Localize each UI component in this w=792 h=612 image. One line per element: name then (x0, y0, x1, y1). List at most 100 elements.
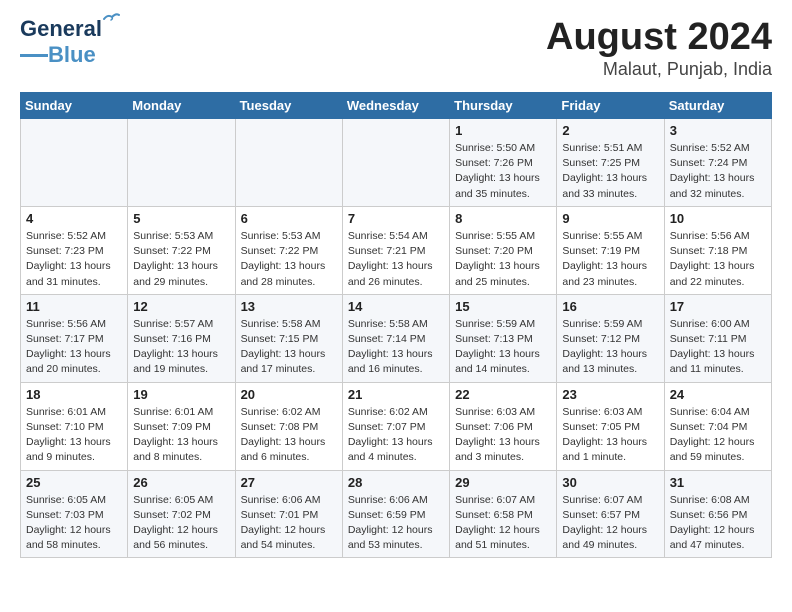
day-info: Sunrise: 6:05 AM Sunset: 7:02 PM Dayligh… (133, 493, 229, 554)
day-info: Sunrise: 6:06 AM Sunset: 7:01 PM Dayligh… (241, 493, 337, 554)
day-info: Sunrise: 5:53 AM Sunset: 7:22 PM Dayligh… (133, 229, 229, 290)
day-info: Sunrise: 6:05 AM Sunset: 7:03 PM Dayligh… (26, 493, 122, 554)
day-number: 2 (562, 123, 658, 138)
day-cell: 21Sunrise: 6:02 AM Sunset: 7:07 PM Dayli… (342, 382, 449, 470)
day-number: 3 (670, 123, 766, 138)
day-cell: 23Sunrise: 6:03 AM Sunset: 7:05 PM Dayli… (557, 382, 664, 470)
day-info: Sunrise: 5:56 AM Sunset: 7:17 PM Dayligh… (26, 317, 122, 378)
day-info: Sunrise: 5:57 AM Sunset: 7:16 PM Dayligh… (133, 317, 229, 378)
week-row-1: 1 Sunrise: 5:50 AM Sunset: 7:26 PM Daylig… (21, 119, 772, 207)
day-number: 9 (562, 211, 658, 226)
day-info: Sunrise: 6:06 AM Sunset: 6:59 PM Dayligh… (348, 493, 444, 554)
day-cell (342, 119, 449, 207)
day-number: 4 (26, 211, 122, 226)
day-cell: 10 Sunrise: 5:56 AM Sunset: 7:18 PM Dayli… (664, 206, 771, 294)
logo-bird-icon (102, 10, 120, 28)
day-info: Sunrise: 6:01 AM Sunset: 7:09 PM Dayligh… (133, 405, 229, 466)
day-number: 5 (133, 211, 229, 226)
day-cell: 12 Sunrise: 5:57 AM Sunset: 7:16 PM Dayli… (128, 294, 235, 382)
day-number: 27 (241, 475, 337, 490)
day-number: 25 (26, 475, 122, 490)
day-info: Sunrise: 6:04 AM Sunset: 7:04 PM Dayligh… (670, 405, 766, 466)
day-number: 6 (241, 211, 337, 226)
day-info: Sunrise: 5:51 AM Sunset: 7:25 PM Dayligh… (562, 141, 658, 202)
day-info: Sunrise: 5:59 AM Sunset: 7:12 PM Dayligh… (562, 317, 658, 378)
calendar-table: SundayMondayTuesdayWednesdayThursdayFrid… (20, 92, 772, 558)
day-info: Sunrise: 6:03 AM Sunset: 7:05 PM Dayligh… (562, 405, 658, 466)
calendar-body: 1 Sunrise: 5:50 AM Sunset: 7:26 PM Daylig… (21, 119, 772, 558)
day-cell (128, 119, 235, 207)
day-cell: 27 Sunrise: 6:06 AM Sunset: 7:01 PM Dayli… (235, 470, 342, 558)
day-cell: 8 Sunrise: 5:55 AM Sunset: 7:20 PM Daylig… (450, 206, 557, 294)
day-number: 29 (455, 475, 551, 490)
header-cell-saturday: Saturday (664, 93, 771, 119)
day-number: 11 (26, 299, 122, 314)
day-cell: 3 Sunrise: 5:52 AM Sunset: 7:24 PM Daylig… (664, 119, 771, 207)
day-number: 10 (670, 211, 766, 226)
day-number: 1 (455, 123, 551, 138)
header-cell-thursday: Thursday (450, 93, 557, 119)
day-cell: 20Sunrise: 6:02 AM Sunset: 7:08 PM Dayli… (235, 382, 342, 470)
day-number: 21 (348, 387, 444, 402)
day-number: 30 (562, 475, 658, 490)
day-number: 13 (241, 299, 337, 314)
day-info: Sunrise: 6:02 AM Sunset: 7:08 PM Dayligh… (241, 405, 337, 466)
day-info: Sunrise: 5:58 AM Sunset: 7:15 PM Dayligh… (241, 317, 337, 378)
day-number: 18 (26, 387, 122, 402)
day-number: 19 (133, 387, 229, 402)
title-block: August 2024 Malaut, Punjab, India (546, 16, 772, 80)
day-info: Sunrise: 6:08 AM Sunset: 6:56 PM Dayligh… (670, 493, 766, 554)
day-info: Sunrise: 5:58 AM Sunset: 7:14 PM Dayligh… (348, 317, 444, 378)
day-cell (21, 119, 128, 207)
day-info: Sunrise: 5:52 AM Sunset: 7:24 PM Dayligh… (670, 141, 766, 202)
day-info: Sunrise: 5:59 AM Sunset: 7:13 PM Dayligh… (455, 317, 551, 378)
logo: General Blue (20, 16, 102, 68)
month-year-title: August 2024 (546, 16, 772, 59)
day-cell: 11 Sunrise: 5:56 AM Sunset: 7:17 PM Dayli… (21, 294, 128, 382)
header-cell-tuesday: Tuesday (235, 93, 342, 119)
day-number: 8 (455, 211, 551, 226)
day-cell: 18Sunrise: 6:01 AM Sunset: 7:10 PM Dayli… (21, 382, 128, 470)
day-number: 24 (670, 387, 766, 402)
logo-general: General (20, 16, 102, 41)
day-info: Sunrise: 6:03 AM Sunset: 7:06 PM Dayligh… (455, 405, 551, 466)
day-info: Sunrise: 6:07 AM Sunset: 6:57 PM Dayligh… (562, 493, 658, 554)
day-cell: 14 Sunrise: 5:58 AM Sunset: 7:14 PM Dayli… (342, 294, 449, 382)
day-cell: 5 Sunrise: 5:53 AM Sunset: 7:22 PM Daylig… (128, 206, 235, 294)
day-info: Sunrise: 5:56 AM Sunset: 7:18 PM Dayligh… (670, 229, 766, 290)
day-cell: 22 Sunrise: 6:03 AM Sunset: 7:06 PM Dayli… (450, 382, 557, 470)
day-cell: 13 Sunrise: 5:58 AM Sunset: 7:15 PM Dayli… (235, 294, 342, 382)
day-cell: 17Sunrise: 6:00 AM Sunset: 7:11 PM Dayli… (664, 294, 771, 382)
day-cell: 24 Sunrise: 6:04 AM Sunset: 7:04 PM Dayli… (664, 382, 771, 470)
day-cell: 31Sunrise: 6:08 AM Sunset: 6:56 PM Dayli… (664, 470, 771, 558)
page-header: General Blue August 2024 Malaut, Punjab,… (20, 16, 772, 80)
day-number: 22 (455, 387, 551, 402)
day-number: 16 (562, 299, 658, 314)
day-info: Sunrise: 6:07 AM Sunset: 6:58 PM Dayligh… (455, 493, 551, 554)
day-number: 7 (348, 211, 444, 226)
day-info: Sunrise: 5:55 AM Sunset: 7:20 PM Dayligh… (455, 229, 551, 290)
day-cell: 4Sunrise: 5:52 AM Sunset: 7:23 PM Daylig… (21, 206, 128, 294)
day-cell: 28 Sunrise: 6:06 AM Sunset: 6:59 PM Dayli… (342, 470, 449, 558)
day-info: Sunrise: 5:54 AM Sunset: 7:21 PM Dayligh… (348, 229, 444, 290)
header-cell-monday: Monday (128, 93, 235, 119)
day-number: 26 (133, 475, 229, 490)
day-cell: 25 Sunrise: 6:05 AM Sunset: 7:03 PM Dayli… (21, 470, 128, 558)
day-number: 17 (670, 299, 766, 314)
day-number: 15 (455, 299, 551, 314)
header-cell-wednesday: Wednesday (342, 93, 449, 119)
day-cell: 16 Sunrise: 5:59 AM Sunset: 7:12 PM Dayli… (557, 294, 664, 382)
header-cell-sunday: Sunday (21, 93, 128, 119)
day-info: Sunrise: 5:55 AM Sunset: 7:19 PM Dayligh… (562, 229, 658, 290)
day-number: 14 (348, 299, 444, 314)
week-row-2: 4Sunrise: 5:52 AM Sunset: 7:23 PM Daylig… (21, 206, 772, 294)
day-cell: 30 Sunrise: 6:07 AM Sunset: 6:57 PM Dayli… (557, 470, 664, 558)
day-number: 28 (348, 475, 444, 490)
location-title: Malaut, Punjab, India (546, 59, 772, 80)
day-info: Sunrise: 5:50 AM Sunset: 7:26 PM Dayligh… (455, 141, 551, 202)
day-number: 12 (133, 299, 229, 314)
day-cell: 15 Sunrise: 5:59 AM Sunset: 7:13 PM Dayli… (450, 294, 557, 382)
day-cell: 6 Sunrise: 5:53 AM Sunset: 7:22 PM Daylig… (235, 206, 342, 294)
day-cell: 7 Sunrise: 5:54 AM Sunset: 7:21 PM Daylig… (342, 206, 449, 294)
day-info: Sunrise: 5:53 AM Sunset: 7:22 PM Dayligh… (241, 229, 337, 290)
